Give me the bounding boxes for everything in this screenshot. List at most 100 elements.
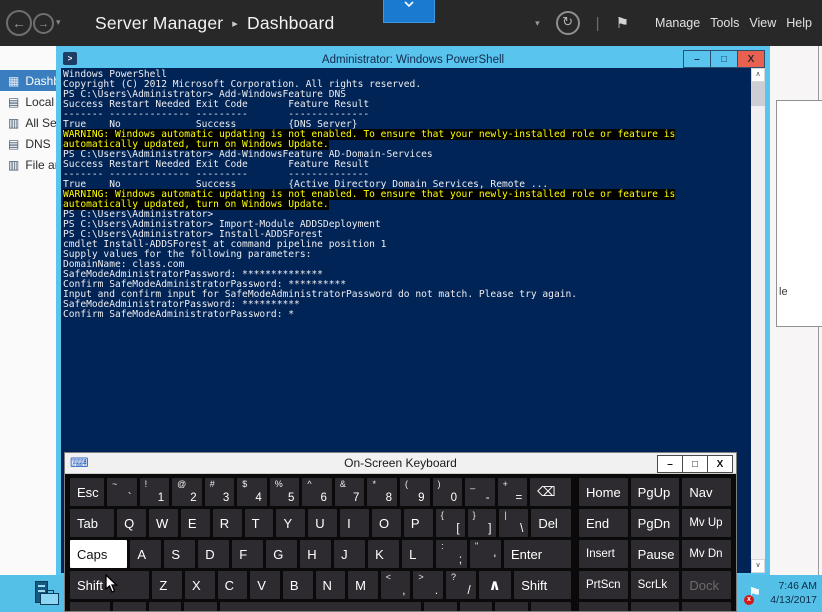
key-symbol[interactable]: ~ ` [107, 478, 137, 506]
menu-tools[interactable]: Tools [710, 16, 739, 30]
key-symbol[interactable]: ∧ [478, 571, 512, 599]
key-y[interactable]: Y [276, 509, 306, 537]
key-pause[interactable]: Pause [630, 540, 680, 568]
key-home[interactable]: Home [579, 478, 628, 506]
key-g[interactable]: G [266, 540, 298, 568]
key-6[interactable]: ^ 6 [302, 478, 332, 506]
key-p[interactable]: P [403, 509, 433, 537]
server-manager-taskbar-icon[interactable] [33, 581, 59, 606]
key-clipped[interactable] [424, 602, 457, 611]
scrollbar-track[interactable] [751, 106, 765, 559]
sidebar-item-dns[interactable]: ▤ DNS [0, 133, 62, 154]
key-x[interactable]: X [185, 571, 215, 599]
sidebar-item-all-servers[interactable]: ▥All Servers [0, 112, 62, 133]
key-2[interactable]: @2 [172, 478, 202, 506]
menu-view[interactable]: View [749, 16, 776, 30]
key-u[interactable]: U [308, 509, 338, 537]
key-4[interactable]: $4 [237, 478, 267, 506]
sidebar-item-local-server[interactable]: ▤Local Server [0, 91, 62, 112]
sidebar-item-file-and-storage-services[interactable]: ▥File and Storage Services [0, 154, 62, 175]
key-c[interactable]: C [217, 571, 248, 599]
osk-maximize-button[interactable]: □ [682, 455, 708, 473]
key-symbol[interactable]: + = [497, 478, 528, 506]
key-end[interactable]: End [579, 509, 628, 537]
key-nav[interactable]: Nav [682, 478, 732, 506]
key-w[interactable]: W [149, 509, 178, 537]
key-i[interactable]: I [340, 509, 370, 537]
key-symbol[interactable]: <, [380, 571, 411, 599]
key-caps[interactable]: Caps [70, 540, 128, 568]
key-mv-dn[interactable]: Mv Dn [682, 540, 732, 568]
key-8[interactable]: * 8 [367, 478, 397, 506]
key-1[interactable]: ! 1 [139, 478, 170, 506]
back-icon[interactable]: ← [6, 10, 32, 36]
key-z[interactable]: Z [152, 571, 183, 599]
breadcrumb-current[interactable]: Dashboard [247, 13, 334, 34]
powershell-titlebar[interactable]: > Administrator: Windows PowerShell – □ … [61, 50, 765, 68]
key-insert[interactable]: Insert [579, 540, 628, 568]
key-3[interactable]: #3 [204, 478, 235, 506]
sidebar-item-dashboard[interactable]: ▦Dashboard [0, 70, 62, 91]
key-symbol[interactable]: {[ [435, 509, 465, 537]
nav-dropdown-icon[interactable]: ▾ [56, 17, 61, 28]
key-b[interactable]: B [282, 571, 313, 599]
key-h[interactable]: H [300, 540, 332, 568]
key-0[interactable]: ) 0 [432, 478, 463, 506]
key-clipped[interactable] [495, 602, 528, 611]
close-button[interactable]: X [737, 50, 765, 68]
osk-close-button[interactable]: X [707, 455, 733, 473]
key-clipped[interactable] [70, 602, 111, 611]
key-o[interactable]: O [372, 509, 401, 537]
key-7[interactable]: & 7 [334, 478, 365, 506]
key-symbol[interactable]: _ - [465, 478, 495, 506]
key-clipped[interactable] [148, 602, 182, 611]
key-symbol[interactable]: ? / [446, 571, 476, 599]
breadcrumb-root[interactable]: Server Manager [95, 13, 223, 34]
key-f[interactable]: F [232, 540, 264, 568]
key-symbol[interactable]: >. [413, 571, 444, 599]
taskbar-clock[interactable]: 7:46 AM 4/13/2017 [770, 580, 822, 607]
key-symbol[interactable]: ⌫ [530, 478, 571, 506]
console-scrollbar[interactable]: ∧ ∨ [751, 68, 765, 573]
refresh-icon[interactable]: ↻ [555, 11, 580, 35]
key-l[interactable]: L [402, 540, 434, 568]
key-a[interactable]: A [130, 540, 162, 568]
key-symbol[interactable]: :; [436, 540, 468, 568]
scroll-down-icon[interactable]: ∨ [751, 559, 765, 573]
key-symbol[interactable]: " ' [470, 540, 501, 568]
key-clipped[interactable] [459, 602, 493, 611]
key-clipped[interactable] [219, 602, 422, 611]
key-enter[interactable]: Enter [504, 540, 571, 568]
menu-manage[interactable]: Manage [655, 16, 700, 30]
scrollbar-thumb[interactable] [751, 82, 765, 106]
key-clipped[interactable] [184, 602, 217, 611]
osk-titlebar[interactable]: ⌨ On-Screen Keyboard – □ X [65, 453, 736, 474]
key-symbol[interactable]: }] [467, 509, 497, 537]
key-tab[interactable]: Tab [70, 509, 115, 537]
key-del[interactable]: Del [531, 509, 572, 537]
refresh-dropdown-icon[interactable]: ▾ [535, 18, 540, 29]
dock-tab[interactable] [383, 0, 435, 23]
key-prtscn[interactable]: PrtScn [579, 571, 628, 599]
key-n[interactable]: N [315, 571, 346, 599]
key-symbol[interactable]: | \ [499, 509, 529, 537]
key-m[interactable]: M [348, 571, 378, 599]
maximize-button[interactable]: □ [710, 50, 738, 68]
osk-minimize-button[interactable]: – [657, 455, 683, 473]
key-9[interactable]: (9 [399, 478, 430, 506]
key-q[interactable]: Q [117, 509, 146, 537]
key-clipped[interactable] [579, 602, 628, 611]
scroll-up-icon[interactable]: ∧ [751, 68, 765, 82]
minimize-button[interactable]: – [683, 50, 711, 68]
key-t[interactable]: T [244, 509, 274, 537]
key-shift[interactable]: Shift [514, 571, 572, 599]
notifications-flag-icon[interactable]: ⚑ [616, 14, 629, 32]
key-j[interactable]: J [334, 540, 366, 568]
forward-icon[interactable]: → [33, 13, 54, 34]
key-k[interactable]: K [368, 540, 400, 568]
key-clipped[interactable] [682, 602, 732, 611]
key-clipped[interactable] [530, 602, 572, 611]
menu-help[interactable]: Help [786, 16, 812, 30]
key-pgup[interactable]: PgUp [630, 478, 680, 506]
key-s[interactable]: S [164, 540, 196, 568]
